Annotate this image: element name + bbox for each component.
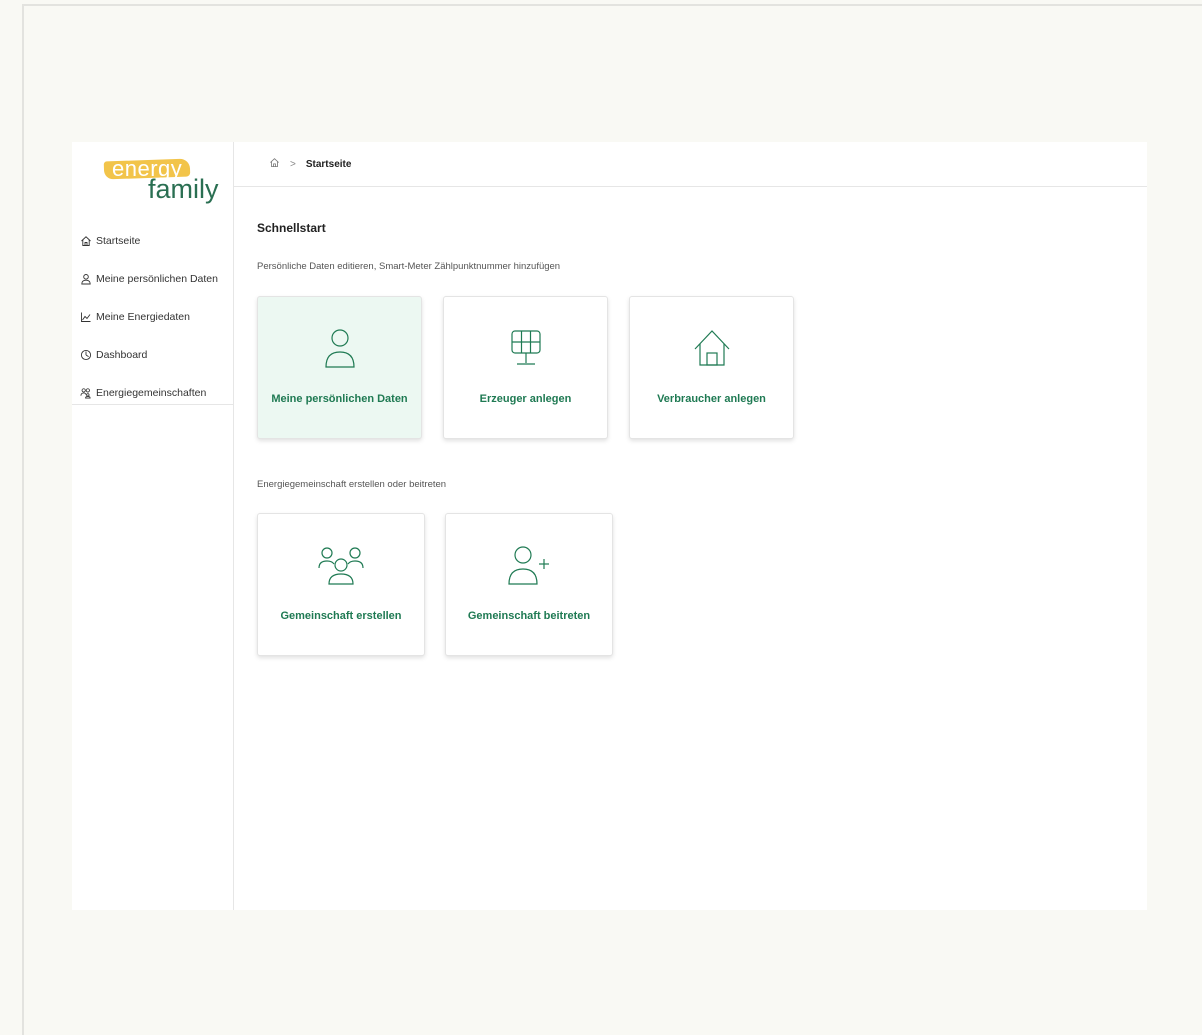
dashboard-icon: [80, 349, 92, 361]
house-icon: [692, 327, 732, 374]
breadcrumb: > Startseite: [269, 157, 351, 171]
section-subtitle-personal: Persönliche Daten editieren, Smart-Meter…: [257, 261, 561, 272]
logo-text-family: family: [148, 174, 219, 204]
sidebar-item-persoenliche-daten[interactable]: Meine persönlichen Daten: [72, 260, 234, 298]
card-verbraucher-anlegen[interactable]: Verbraucher anlegen: [629, 296, 794, 439]
sidebar-item-label: Dashboard: [96, 349, 148, 361]
card-gemeinschaft-beitreten[interactable]: Gemeinschaft beitreten: [445, 513, 613, 656]
sidebar-item-label: Meine Energiedaten: [96, 311, 190, 323]
sidebar-item-label: Startseite: [96, 235, 141, 247]
card-label: Gemeinschaft erstellen: [280, 610, 402, 622]
energy-family-logo[interactable]: energy family: [102, 154, 219, 204]
main-content: Schnellstart Persönliche Daten editieren…: [257, 186, 1147, 910]
app-container: energy family Startseite Meine persönlic…: [72, 142, 1147, 910]
sidebar: energy family Startseite Meine persönlic…: [72, 142, 234, 910]
top-bar: > Startseite: [234, 142, 1147, 187]
sidebar-nav: Startseite Meine persönlichen Daten Mein…: [72, 222, 234, 412]
card-persoenliche-daten[interactable]: Meine persönlichen Daten: [257, 296, 422, 439]
breadcrumb-home-icon[interactable]: [269, 157, 280, 171]
card-label: Meine persönlichen Daten: [271, 393, 408, 405]
sidebar-item-dashboard[interactable]: Dashboard: [72, 336, 234, 374]
sidebar-item-label: Meine persönlichen Daten: [96, 273, 218, 285]
card-gemeinschaft-erstellen[interactable]: Gemeinschaft erstellen: [257, 513, 425, 656]
card-label: Erzeuger anlegen: [479, 393, 572, 405]
user-icon: [323, 327, 357, 374]
breadcrumb-current: Startseite: [305, 158, 352, 170]
sidebar-item-label: Energiegemeinschaften: [96, 387, 207, 399]
sidebar-item-energiedaten[interactable]: Meine Energiedaten: [72, 298, 234, 336]
home-icon: [80, 235, 92, 247]
card-label: Verbraucher anlegen: [657, 393, 766, 405]
user-plus-icon: [506, 544, 552, 591]
user-icon: [80, 273, 92, 285]
sidebar-item-energiegemeinschaften[interactable]: Energiegemeinschaften: [72, 374, 234, 412]
section-subtitle-community: Energiegemeinschaft erstellen oder beitr…: [257, 479, 447, 490]
breadcrumb-chevron-icon: >: [290, 158, 296, 170]
card-erzeuger-anlegen[interactable]: Erzeuger anlegen: [443, 296, 608, 439]
chart-line-icon: [80, 311, 92, 323]
group-icon: [316, 544, 366, 591]
card-label: Gemeinschaft beitreten: [467, 610, 591, 622]
page-title: Schnellstart: [257, 221, 326, 235]
sidebar-divider: [72, 404, 234, 405]
solar-panel-icon: [506, 327, 546, 374]
sidebar-item-startseite[interactable]: Startseite: [72, 222, 234, 260]
community-icon: [80, 387, 92, 399]
